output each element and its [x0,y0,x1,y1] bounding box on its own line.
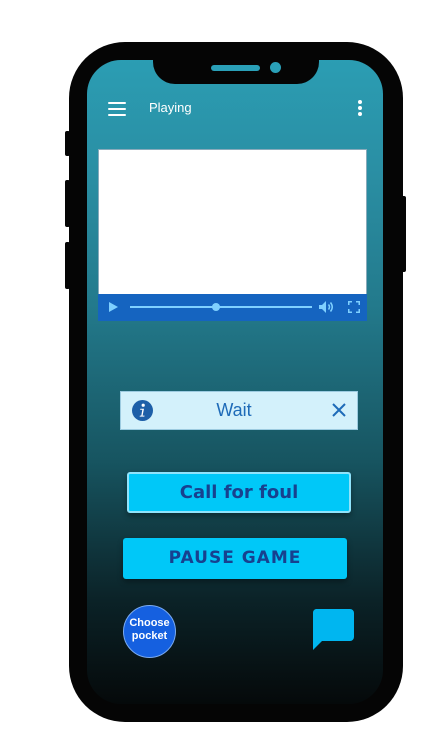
call-for-foul-button[interactable]: Call for foul [127,472,351,513]
page-title: Playing [149,100,192,115]
chat-icon[interactable] [312,609,354,650]
alert-message: Wait [216,400,252,420]
play-icon[interactable] [109,302,118,312]
choose-pocket-label-line1: Choose [129,617,170,629]
pause-game-button[interactable]: PAUSE GAME [123,538,347,579]
hamburger-menu-icon[interactable] [108,102,126,116]
close-icon[interactable] [330,401,348,419]
video-progress-thumb[interactable] [211,303,220,311]
video-progress-track[interactable] [130,306,312,308]
info-icon [132,400,153,421]
more-vertical-icon[interactable] [356,100,364,116]
phone-camera [270,62,281,73]
fullscreen-icon[interactable] [348,301,360,313]
choose-pocket-button[interactable]: Choose pocket [123,605,176,658]
volume-icon[interactable] [318,300,334,314]
choose-pocket-label-line2: pocket [131,630,168,642]
phone-speaker [211,65,260,71]
